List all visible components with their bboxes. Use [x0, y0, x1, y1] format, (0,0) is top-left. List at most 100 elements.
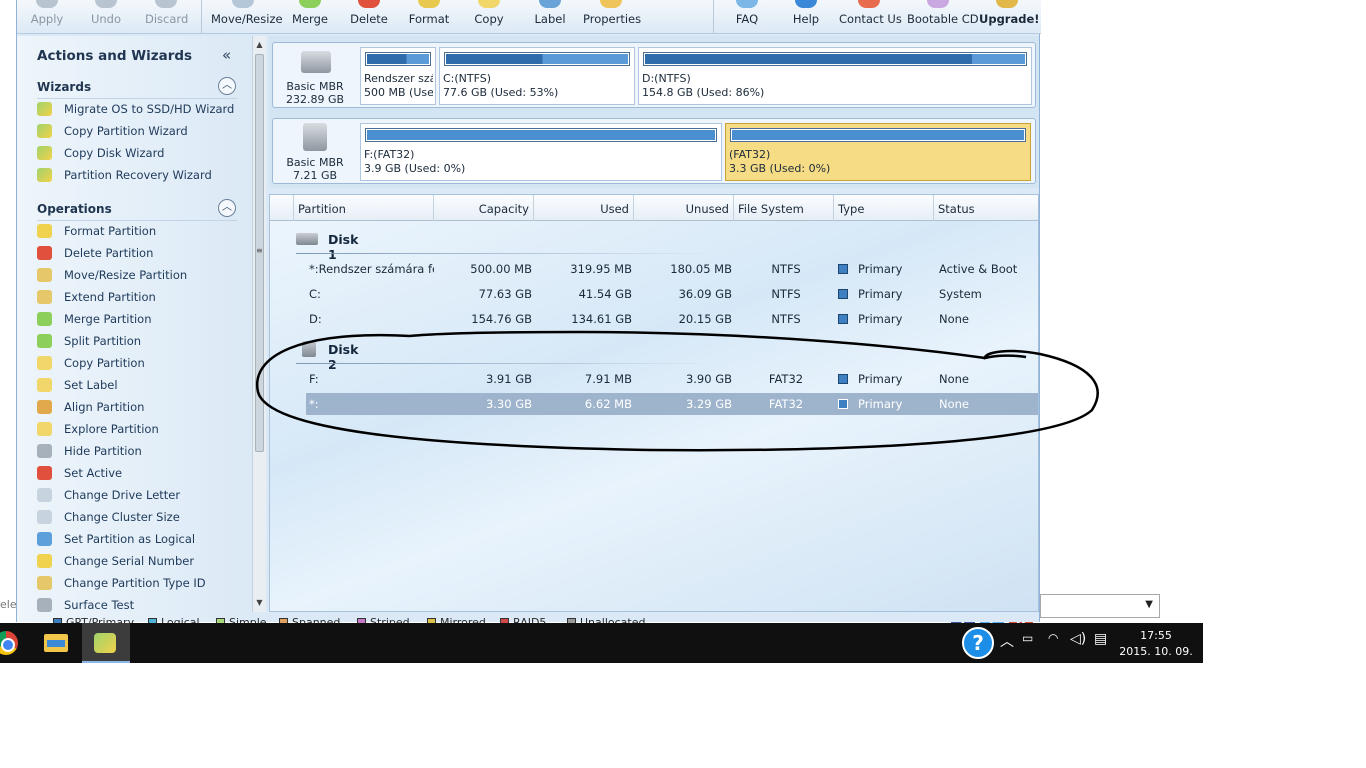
faq-button[interactable]: FAQ [729, 0, 765, 34]
move-resize-button[interactable]: Move/Resize [211, 0, 283, 34]
copy-icon [37, 356, 52, 370]
col-used[interactable]: Used [534, 195, 634, 221]
panel-title: Actions and Wizards [37, 48, 193, 64]
serial-icon [37, 554, 52, 568]
col-partition[interactable]: Partition [294, 195, 434, 221]
label-button[interactable]: Label [531, 0, 569, 34]
table-row[interactable]: D: 154.76 GB 134.61 GB 20.15 GB NTFS Primary N… [306, 308, 1038, 330]
usb-drive-icon [302, 341, 316, 357]
col-capacity[interactable]: Capacity [434, 195, 534, 221]
surface-test-icon [37, 598, 52, 612]
wizards-header: Wizards [37, 80, 92, 94]
hard-disk-icon [296, 233, 318, 245]
wifi-icon[interactable]: ◠ [1048, 631, 1058, 645]
wand-icon [37, 146, 52, 160]
table-header: Partition Capacity Used Unused File Syst… [270, 195, 1038, 221]
wand-icon [37, 168, 52, 182]
table-row[interactable]: F: 3.91 GB 7.91 MB 3.90 GB FAT32 Primary None [306, 368, 1038, 390]
hide-icon [37, 444, 52, 458]
merge-icon [37, 312, 52, 326]
partition-wizard-taskbar-button[interactable] [82, 623, 130, 663]
help-tray-icon[interactable]: ? [962, 627, 994, 659]
table-row-selected[interactable]: *: 3.30 GB 6.62 MB 3.29 GB FAT32 Primary None [306, 393, 1038, 415]
folder-icon [44, 634, 68, 652]
delete-icon [37, 246, 52, 260]
disk1-partition-d[interactable]: D:(NTFS) 154.8 GB (Used: 86%) [638, 47, 1032, 105]
actions-wizards-panel: Actions and Wizards « Wizards ︿ Migrate … [17, 36, 252, 622]
drive-letter-icon [37, 488, 52, 502]
align-icon [37, 400, 52, 414]
format-button[interactable]: Format [407, 0, 451, 34]
disk1-info: Basic MBR 232.89 GB [273, 43, 357, 107]
flag-icon [37, 466, 52, 480]
operations-collapse-icon[interactable]: ︿ [218, 199, 236, 217]
primary-type-icon [838, 374, 848, 384]
disk1-partition-c[interactable]: C:(NTFS) 77.6 GB (Used: 53%) [439, 47, 635, 105]
background-page-dropdown[interactable]: ▼ [1040, 594, 1160, 618]
move-resize-icon [37, 268, 52, 282]
disk-map: Basic MBR232.89 GB Rendszer szám 500 MB … [269, 36, 1039, 188]
toolbar: Apply Undo Discard Move/Resize Merge Del… [17, 0, 1041, 34]
usb-drive-icon [303, 123, 327, 151]
clock-date: 2015. 10. 09. [1119, 645, 1193, 658]
wizards-collapse-icon[interactable]: ︿ [218, 77, 236, 95]
disk2-info: Basic MBR 7.21 GB [273, 119, 357, 183]
system-clock[interactable]: 17:55 2015. 10. 09. [1116, 628, 1196, 660]
cluster-icon [37, 510, 52, 524]
help-button[interactable]: Help [787, 0, 825, 34]
left-panel-scrollbar[interactable]: ▲ ≡ ▼ [252, 36, 266, 612]
file-explorer-taskbar-button[interactable] [32, 623, 80, 663]
col-file-system[interactable]: File System [734, 195, 834, 221]
disk2-partition-selected[interactable]: (FAT32) 3.3 GB (Used: 0%) [725, 123, 1031, 181]
upgrade-button[interactable]: Upgrade! [979, 0, 1040, 34]
wand-icon [37, 124, 52, 138]
partition-wizard-window: Apply Undo Discard Move/Resize Merge Del… [16, 0, 1041, 629]
format-icon [37, 224, 52, 238]
label-icon [37, 378, 52, 392]
discard-button[interactable]: Discard [145, 0, 188, 34]
extend-icon [37, 290, 52, 304]
disk1-map[interactable]: Basic MBR232.89 GB Rendszer szám 500 MB … [272, 42, 1036, 108]
bootable-cd-button[interactable]: Bootable CD [907, 0, 979, 34]
contact-us-button[interactable]: Contact Us [839, 0, 902, 34]
col-unused[interactable]: Unused [634, 195, 734, 221]
operations-header: Operations [37, 202, 112, 216]
partition-wizard-icon [94, 633, 116, 653]
scroll-down-icon[interactable]: ▼ [253, 596, 266, 610]
table-row[interactable]: *:Rendszer számára fe...500.00 MB319.95 … [306, 258, 1038, 280]
desktop: ele ▼ f t g Apply Undo Discard Move/Resi… [0, 0, 1366, 768]
disk2-partition-f[interactable]: F:(FAT32) 3.9 GB (Used: 0%) [360, 123, 722, 181]
merge-button[interactable]: Merge [289, 0, 331, 34]
hard-disk-icon [301, 51, 331, 73]
apply-button[interactable]: Apply [29, 0, 65, 34]
copy-button[interactable]: Copy [469, 0, 509, 34]
primary-type-icon [838, 264, 848, 274]
undo-button[interactable]: Undo [87, 0, 125, 34]
chrome-icon [0, 631, 18, 655]
volume-icon[interactable]: ◁) [1070, 631, 1086, 647]
disk1-partition-system[interactable]: Rendszer szám 500 MB (Used: [360, 47, 436, 105]
split-icon [37, 334, 52, 348]
scroll-up-icon[interactable]: ▲ [253, 38, 266, 52]
clock-time: 17:55 [1140, 629, 1172, 642]
battery-icon[interactable]: ▭ [1022, 631, 1033, 645]
chevron-down-icon: ▼ [1145, 599, 1153, 610]
primary-type-icon [838, 399, 848, 409]
explore-icon [37, 422, 52, 436]
partition-table: Partition Capacity Used Unused File Syst… [269, 194, 1039, 612]
col-status[interactable]: Status [934, 195, 1038, 221]
collapse-panel-icon[interactable]: « [222, 46, 231, 64]
primary-type-icon [838, 314, 848, 324]
delete-button[interactable]: Delete [347, 0, 391, 34]
disk2-map[interactable]: Basic MBR 7.21 GB F:(FAT32) 3.9 GB (Used:… [272, 118, 1036, 184]
table-row[interactable]: C: 77.63 GB 41.54 GB 36.09 GB NTFS Primary Sys… [306, 283, 1038, 305]
chevron-up-icon[interactable]: ︿ [1000, 631, 1014, 651]
col-type[interactable]: Type [834, 195, 934, 221]
type-id-icon [37, 576, 52, 590]
taskbar: ? ︿ ▭ ◠ ◁) ▤ 17:55 2015. 10. 09. [0, 623, 1203, 663]
background-page-text: ele [0, 598, 17, 611]
properties-button[interactable]: Properties [583, 0, 641, 34]
notification-icon[interactable]: ▤ [1094, 631, 1107, 647]
primary-type-icon [838, 289, 848, 299]
wand-icon [37, 102, 52, 116]
